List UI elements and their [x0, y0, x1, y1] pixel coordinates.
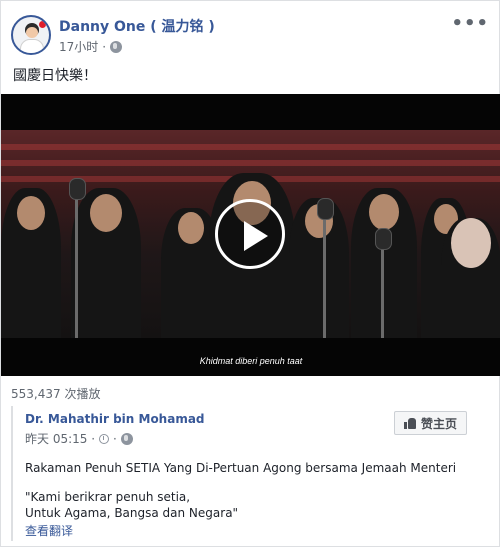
post-text: 國慶日快樂！: [13, 68, 97, 84]
like-page-button[interactable]: 赞主页: [393, 411, 467, 435]
shared-description: Rakaman Penuh SETIA Yang Di-Pertuan Agon…: [25, 461, 457, 475]
video-person: [351, 188, 417, 338]
like-page-label: 赞主页: [420, 416, 457, 431]
meta-separator: ·: [113, 431, 117, 446]
post-timestamp[interactable]: 17小时: [59, 38, 98, 55]
flag-icon: [39, 21, 46, 28]
microphone: [317, 198, 334, 338]
shared-quote-line: "Kami berikrar penuh setia,: [25, 490, 191, 504]
video-subtitle: Khidmat diberi penuh taat: [199, 356, 303, 366]
thumbs-up-icon: [403, 417, 416, 429]
see-translation-link[interactable]: 查看翻译: [25, 522, 73, 539]
shared-post: Dr. Mahathir bin Mohamad 昨天 05:15 · · 赞主…: [11, 406, 489, 541]
shared-timestamp[interactable]: 昨天 05:15 ·: [25, 430, 95, 447]
meta-separator: ·: [102, 39, 107, 54]
microphone: [375, 228, 392, 338]
post-meta: 17小时 ·: [59, 38, 123, 55]
microphone: [69, 178, 86, 338]
post-card: Danny One ( 温力铭 ) 17小时 · ••• 國慶日快樂！ Khid…: [0, 0, 500, 547]
video-person: [71, 188, 141, 338]
globe-icon[interactable]: [110, 40, 123, 53]
shared-meta: 昨天 05:15 · ·: [25, 430, 133, 447]
more-options-icon[interactable]: •••: [451, 13, 489, 34]
video-person: [289, 198, 349, 338]
view-count: 553,437 次播放: [11, 387, 101, 401]
video-person: [1, 188, 61, 338]
shared-quote-line: Untuk Agama, Bangsa dan Negara": [25, 506, 239, 520]
play-icon[interactable]: [215, 199, 285, 269]
avatar-face: [26, 27, 38, 38]
clock-icon: [99, 433, 110, 444]
avatar-shirt: [20, 39, 44, 53]
post-author-name[interactable]: Danny One ( 温力铭 ): [59, 16, 215, 36]
backdrop-stripe: [1, 144, 500, 150]
avatar[interactable]: [11, 15, 51, 55]
backdrop-stripe: [1, 160, 500, 166]
globe-icon[interactable]: [120, 432, 133, 445]
video-person: [441, 218, 500, 338]
shared-author-name[interactable]: Dr. Mahathir bin Mohamad: [25, 412, 205, 426]
video-player[interactable]: Khidmat diberi penuh taat: [1, 94, 500, 376]
